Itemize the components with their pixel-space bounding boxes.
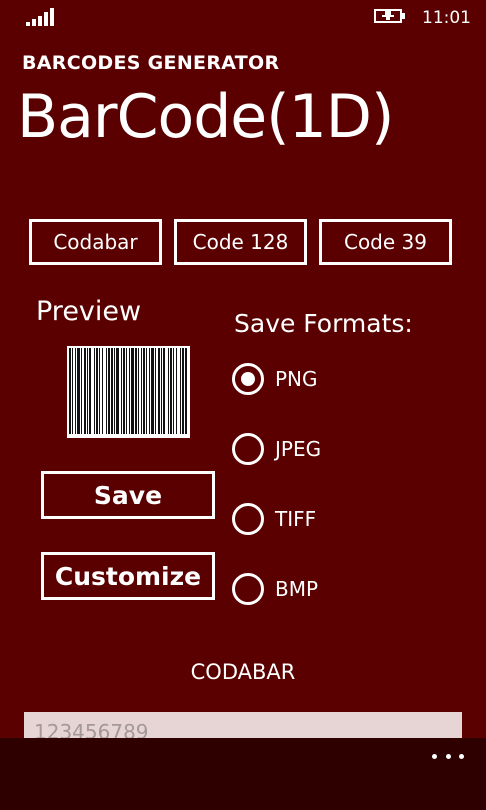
format-radio-tiff[interactable]: TIFF <box>232 502 316 536</box>
format-radio-jpeg[interactable]: JPEG <box>232 432 321 466</box>
page-title: BarCode(1D) <box>17 82 394 152</box>
app-bar <box>0 738 486 810</box>
signal-strength-icon <box>26 8 54 26</box>
more-options-icon[interactable] <box>432 746 464 766</box>
save-button[interactable]: Save <box>41 471 215 519</box>
code128-button[interactable]: Code 128 <box>174 219 307 265</box>
barcode-type-label: CODABAR <box>190 660 296 684</box>
radio-label: TIFF <box>275 507 317 531</box>
clock: 11:01 <box>422 8 471 28</box>
radio-circle <box>232 363 264 395</box>
radio-label: BMP <box>275 577 319 601</box>
radio-selected-dot <box>241 372 255 386</box>
preview-label: Preview <box>36 296 142 327</box>
format-radio-png[interactable]: PNG <box>232 362 318 396</box>
radio-label: PNG <box>275 367 318 391</box>
radio-circle <box>232 503 264 535</box>
barcode-preview-image <box>67 346 190 438</box>
radio-circle <box>232 573 264 605</box>
radio-label: JPEG <box>275 437 322 461</box>
codabar-button[interactable]: Codabar <box>29 219 162 265</box>
save-formats-label: Save Formats: <box>234 309 413 338</box>
battery-charging-icon <box>374 8 406 24</box>
customize-button[interactable]: Customize <box>41 552 215 600</box>
app-name: BARCODES GENERATOR <box>22 52 280 74</box>
code39-button[interactable]: Code 39 <box>319 219 452 265</box>
radio-circle <box>232 433 264 465</box>
status-bar: 11:01 <box>0 0 486 34</box>
format-radio-bmp[interactable]: BMP <box>232 572 318 606</box>
